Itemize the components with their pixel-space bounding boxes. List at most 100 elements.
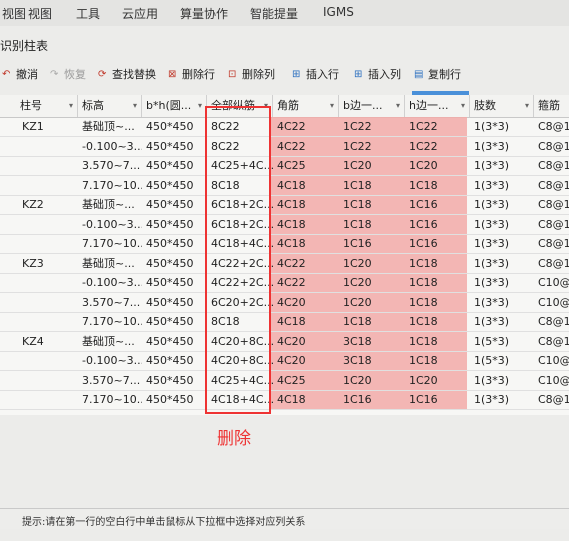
table-cell[interactable]: -0.100~3... [78,273,142,292]
table-cell[interactable]: C8@10 [534,156,569,175]
table-row[interactable]: -0.100~3... 450*450 8C22 4C22 1C22 1C22 1(3*3)… [0,137,569,157]
copy-row-button[interactable]: ▤ 复制行 [414,66,461,82]
table-cell[interactable]: 450*450 [142,390,207,409]
menu-item[interactable]: 视图 [2,5,26,22]
column-header[interactable]: b边一... ▾ [339,95,405,117]
column-header[interactable]: 柱号 ▾ [16,95,78,117]
table-cell[interactable]: 1C16 [405,390,470,409]
table-cell[interactable]: 1C20 [405,156,470,175]
table-cell[interactable] [16,215,78,234]
table-cell[interactable]: 4C25 [273,371,339,390]
column-header[interactable]: b*h(圆... ▾ [142,95,207,117]
table-cell[interactable]: 1(3*3) [470,195,534,214]
table-cell[interactable]: 1C18 [405,254,470,273]
table-cell[interactable]: 450*450 [142,195,207,214]
table-cell[interactable]: 450*450 [142,332,207,351]
table-cell[interactable]: 450*450 [142,351,207,370]
table-cell[interactable]: 1(3*3) [470,176,534,195]
table-cell[interactable]: 1(3*3) [470,137,534,156]
table-cell[interactable]: 450*450 [142,215,207,234]
table-cell[interactable]: 450*450 [142,312,207,331]
table-cell[interactable]: C10@10 [534,273,569,292]
table-cell[interactable]: 1(3*3) [470,156,534,175]
table-cell[interactable] [16,390,78,409]
table-cell[interactable]: 1C18 [339,176,405,195]
table-cell[interactable]: 1C18 [339,312,405,331]
table-cell[interactable]: 1C18 [405,273,470,292]
table-row[interactable]: 3.570~7... 450*450 4C25+4C... 4C25 1C20 1C20 1… [0,371,569,391]
table-cell[interactable]: 1(3*3) [470,117,534,136]
table-cell[interactable]: 450*450 [142,176,207,195]
table-cell[interactable]: 1C16 [339,234,405,253]
table-cell[interactable]: 7.170~10... [78,234,142,253]
table-cell[interactable]: 1C18 [405,312,470,331]
table-cell[interactable]: 1C20 [339,371,405,390]
table-cell[interactable]: 1(3*3) [470,215,534,234]
table-cell[interactable]: 1C16 [405,234,470,253]
table-cell[interactable]: 1(3*3) [470,371,534,390]
table-cell[interactable]: 3C18 [339,351,405,370]
table-cell[interactable]: 4C20 [273,332,339,351]
table-cell[interactable]: 1C16 [339,390,405,409]
table-cell[interactable]: -0.100~3... [78,137,142,156]
table-cell[interactable] [16,351,78,370]
column-header[interactable]: 肢数 ▾ [470,95,534,117]
table-cell[interactable]: C8@100/2 [534,312,569,331]
insert-column-button[interactable]: ⊞ 插入列 [354,66,401,82]
table-cell[interactable] [16,273,78,292]
table-cell[interactable] [16,137,78,156]
table-cell[interactable]: 1(3*3) [470,234,534,253]
table-cell[interactable]: 1C18 [405,332,470,351]
table-cell[interactable]: 4C18 [273,234,339,253]
table-cell[interactable]: 基础顶~... [78,332,142,351]
table-cell[interactable]: 1C20 [339,156,405,175]
table-cell[interactable]: 1(3*3) [470,273,534,292]
table-cell[interactable]: 450*450 [142,371,207,390]
table-cell[interactable]: 7.170~10... [78,312,142,331]
table-cell[interactable]: 4C22 [273,137,339,156]
chevron-down-icon[interactable]: ▾ [461,95,465,117]
table-cell[interactable]: C8@10 [534,176,569,195]
table-cell[interactable]: C8@10 [534,117,569,136]
chevron-down-icon[interactable]: ▾ [198,95,202,117]
table-cell[interactable] [16,156,78,175]
table-cell[interactable]: 1C18 [339,195,405,214]
column-header[interactable]: 箍筋▾ [534,95,569,117]
menu-item[interactable]: IGMS [323,5,354,19]
table-cell[interactable]: 4C25 [273,156,339,175]
table-row[interactable]: KZ4 基础顶~... 450*450 4C20+8C... 4C20 3C18 1C18 1… [0,332,569,352]
column-header[interactable]: h边一... ▾ [405,95,470,117]
table-cell[interactable]: 1C20 [339,293,405,312]
table-cell[interactable]: C8@10 [534,215,569,234]
table-cell[interactable]: 4C20 [273,293,339,312]
table-cell[interactable]: 3.570~7... [78,156,142,175]
table-cell[interactable]: -0.100~3... [78,215,142,234]
insert-row-button[interactable]: ⊞ 插入行 [292,66,339,82]
table-cell[interactable]: 4C18 [273,312,339,331]
table-row[interactable]: 7.170~10... 450*450 4C18+4C... 4C18 1C16 1C16… [0,234,569,254]
menu-item[interactable]: 智能提量 [250,5,298,22]
table-cell[interactable]: C8@10 [534,195,569,214]
table-cell[interactable]: 450*450 [142,137,207,156]
table-cell[interactable]: 3C18 [339,332,405,351]
table-cell[interactable]: KZ1 [16,117,78,136]
table-cell[interactable]: 1C18 [405,293,470,312]
table-cell[interactable]: KZ3 [16,254,78,273]
table-cell[interactable]: C10@100 [534,351,569,370]
delete-row-button[interactable]: ⊠ 删除行 [168,66,215,82]
table-cell[interactable]: 4C20 [273,351,339,370]
table-cell[interactable]: C8@10 [534,254,569,273]
table-row[interactable]: -0.100~3... 450*450 4C22+2C... 4C22 1C20 1C18… [0,273,569,293]
chevron-down-icon[interactable]: ▾ [525,95,529,117]
table-cell[interactable]: 1(3*3) [470,312,534,331]
table-cell[interactable]: 1C22 [405,117,470,136]
chevron-down-icon[interactable]: ▾ [133,95,137,117]
table-cell[interactable]: KZ4 [16,332,78,351]
table-cell[interactable] [16,234,78,253]
table-cell[interactable]: C10@10 [534,293,569,312]
table-cell[interactable]: 4C22 [273,117,339,136]
table-cell[interactable]: 1C16 [405,215,470,234]
table-cell[interactable]: 1(3*3) [470,254,534,273]
menu-item[interactable]: 工具 [76,5,100,22]
table-cell[interactable]: 基础顶~... [78,195,142,214]
